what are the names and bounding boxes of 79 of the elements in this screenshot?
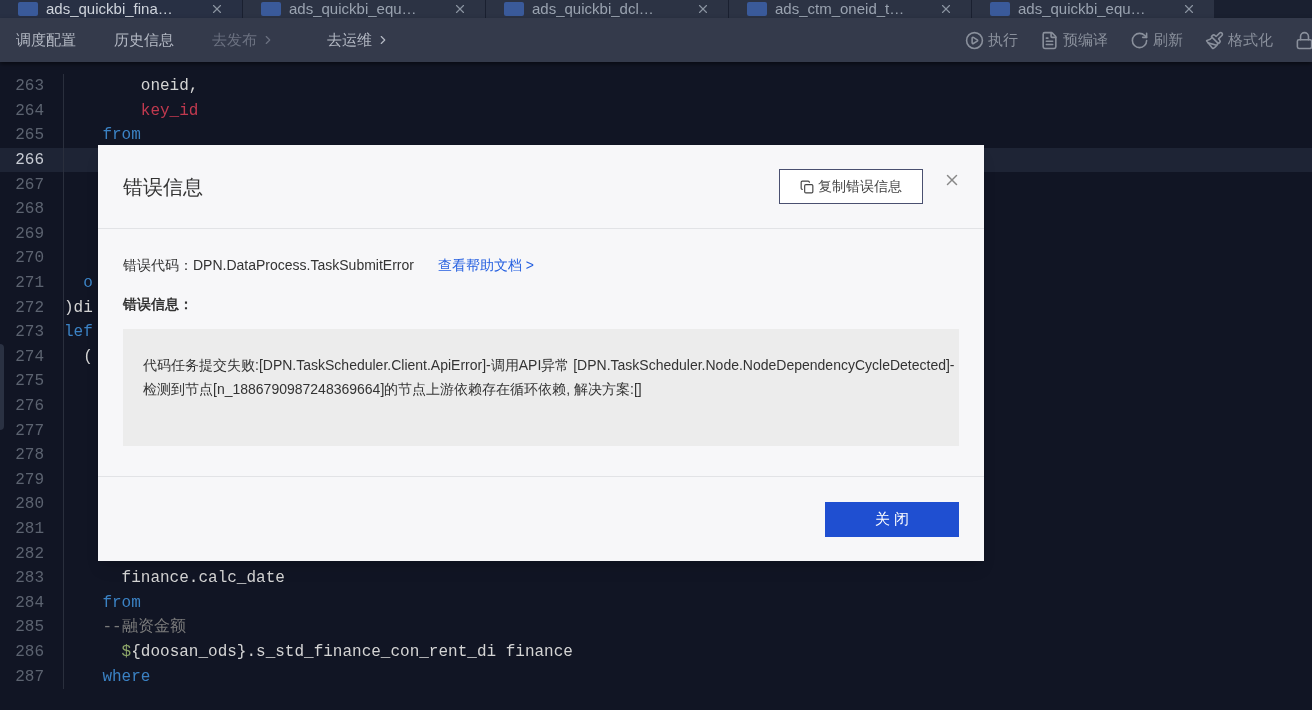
code-line: --融资金额 (101, 616, 186, 639)
code-line: where (101, 666, 151, 688)
error-code: DPN.DataProcess.TaskSubmitError (193, 256, 414, 275)
copy-error-button[interactable]: 复制错误信息 (779, 169, 923, 204)
toolbar-button[interactable]: 预编译 (1040, 28, 1108, 52)
line-number: 263 (14, 76, 44, 98)
code-line: finance.calc_date (120, 568, 285, 590)
line-number: 281 (14, 519, 44, 540)
refresh-icon (1130, 30, 1149, 50)
document-icon (1040, 30, 1059, 50)
line-number: 264 (14, 100, 44, 122)
line-number: 273 (14, 322, 44, 344)
line-number: 285 (14, 617, 44, 639)
file-tab[interactable]: ads_quickbi_equ… (243, 0, 486, 18)
line-number: 277 (14, 420, 44, 442)
code-line: o (82, 273, 93, 295)
line-number: 274 (14, 346, 44, 368)
code-line: key_id (139, 100, 199, 122)
close-icon[interactable] (1182, 2, 1196, 16)
sql-file-icon (990, 2, 1010, 16)
toolbar-link[interactable]: 调度配置 (16, 28, 76, 52)
line-number: 270 (14, 248, 44, 270)
toolbar-link[interactable]: 去运维 (327, 28, 390, 52)
line-number: 271 (14, 273, 44, 295)
play-icon (965, 30, 984, 50)
file-tab[interactable]: ads_ctm_oneid_t… (729, 0, 972, 18)
line-number: 269 (14, 223, 44, 245)
line-number: 287 (14, 666, 44, 688)
tab-label: ads_ctm_oneid_t… (775, 0, 905, 18)
close-icon[interactable] (696, 2, 710, 16)
code-line: )di (64, 297, 93, 319)
line-number: 266 (14, 150, 44, 172)
sql-file-icon (504, 2, 524, 16)
line-number: 283 (14, 568, 44, 590)
close-button[interactable]: 关 闭 (825, 501, 959, 537)
toolbar-button[interactable]: 格式化 (1205, 28, 1273, 52)
sql-file-icon (747, 2, 767, 16)
line-number: 272 (14, 297, 44, 319)
line-number: 278 (14, 445, 44, 467)
dialog-title: 错误信息 (123, 174, 203, 200)
copy-icon (800, 179, 814, 194)
sql-file-icon (261, 2, 281, 16)
tab-label: ads_quickbi_equ… (289, 0, 417, 18)
error-code-label: 错误代码： (123, 256, 193, 275)
line-number: 265 (14, 125, 44, 147)
error-message-label: 错误信息： (123, 295, 194, 314)
sql-file-icon (18, 2, 38, 16)
toolbar-button[interactable]: 执行 (965, 28, 1018, 52)
code-line: ${doosan_ods}.s_std_finance_con_rent_di finance (120, 641, 573, 663)
line-number: 279 (14, 469, 44, 491)
tab-label: ads_quickbi_fina… (46, 0, 173, 18)
tab-label: ads_quickbi_dcl… (532, 0, 654, 18)
file-tab[interactable]: ads_quickbi_equ… (972, 0, 1215, 18)
line-number: 284 (14, 592, 44, 614)
code-line: oneid, (139, 76, 199, 98)
close-icon[interactable] (453, 2, 467, 16)
close-icon[interactable] (939, 2, 953, 16)
error-message: 代码任务提交失败:[DPN.TaskScheduler.Client.ApiError]-调用API异常 [DPN.TaskScheduler.Node.NodeDependencyCycleDetected]-检测到节点[n_1886790987248369664]的节点上游依赖存在循环依赖, 解决方案:[] (143, 356, 956, 399)
code-line: ( (82, 346, 93, 368)
tab-label: ads_quickbi_equ… (1018, 0, 1146, 18)
toolbar-link[interactable]: 历史信息 (114, 28, 174, 52)
toolbar-button[interactable] (1295, 30, 1312, 50)
line-number: 282 (14, 543, 44, 565)
toolbar-button[interactable]: 刷新 (1130, 28, 1183, 52)
brush-icon (1205, 30, 1224, 50)
file-tab[interactable]: ads_quickbi_dcl… (486, 0, 729, 18)
code-line: lef (64, 322, 93, 344)
help-link[interactable]: 查看帮助文档 > (437, 255, 535, 276)
file-tab[interactable]: ads_quickbi_fina… (0, 0, 243, 18)
line-number: 276 (14, 396, 44, 417)
line-number: 275 (14, 371, 44, 393)
line-number: 267 (14, 174, 44, 196)
line-number: 286 (14, 641, 44, 663)
code-line: from (101, 592, 141, 614)
line-number: 280 (14, 494, 44, 516)
line-number: 268 (14, 199, 44, 221)
lock-icon (1295, 30, 1312, 50)
close-icon[interactable] (210, 2, 224, 16)
code-line: from (101, 125, 141, 147)
